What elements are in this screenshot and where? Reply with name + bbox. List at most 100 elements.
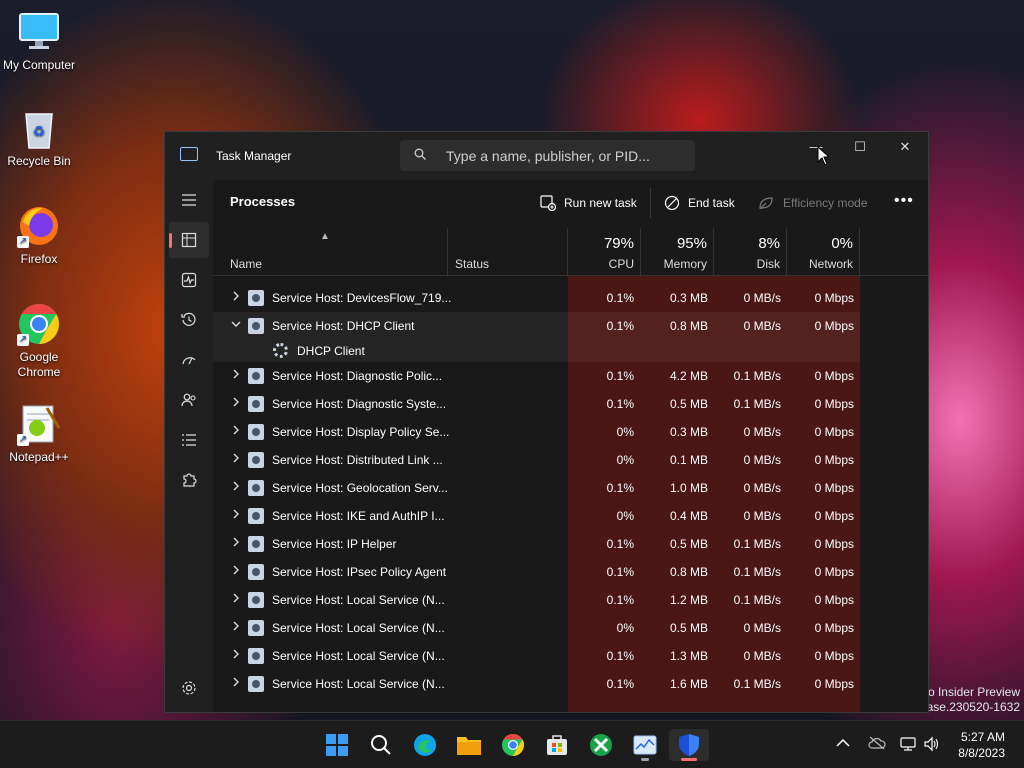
chevron-down-icon[interactable]: [231, 319, 241, 329]
service-host-icon: [248, 620, 264, 636]
network-value: 0 Mbps: [814, 319, 854, 333]
minimize-button[interactable]: —: [793, 132, 839, 164]
process-row[interactable]: Service Host: Distributed Link ... 0% 0.1 …: [213, 446, 860, 474]
process-row[interactable]: Service Host: Diagnostic Syste... 0.1% 0.5…: [213, 390, 860, 418]
nav-startup-apps[interactable]: [169, 342, 209, 378]
close-button[interactable]: ✕: [882, 132, 928, 164]
network-status[interactable]: [900, 736, 916, 755]
chevron-right-icon[interactable]: [231, 369, 241, 379]
memory-value: 0.3 MB: [669, 291, 708, 305]
taskbar-chrome[interactable]: [493, 729, 533, 761]
cpu-value: 0.1%: [606, 291, 634, 305]
process-row[interactable]: Service Host: Geolocation Serv... 0.1% 1.0…: [213, 474, 860, 502]
search-icon: [371, 735, 391, 755]
run-new-task-button[interactable]: Run new task: [540, 193, 640, 215]
nav-app-history[interactable]: [169, 302, 209, 338]
chevron-right-icon[interactable]: [231, 565, 241, 575]
system-clock[interactable]: 5:27 AM 8/8/2023: [958, 729, 1005, 761]
chevron-right-icon[interactable]: [231, 397, 241, 407]
chevron-right-icon[interactable]: [231, 621, 241, 631]
nav-menu-button[interactable]: [169, 182, 209, 218]
nav-processes[interactable]: [169, 222, 209, 258]
chevron-right-icon[interactable]: [231, 593, 241, 603]
service-host-icon: [248, 648, 264, 664]
desktop-icon-notepadpp[interactable]: ↗ Notepad++: [0, 402, 78, 465]
title-bar[interactable]: Task Manager Type a name, publisher, or …: [165, 132, 928, 180]
run-task-icon: [540, 195, 556, 211]
process-row[interactable]: Service Host: IKE and AuthIP I... 0% 0.4 M…: [213, 502, 860, 530]
search-input[interactable]: Type a name, publisher, or PID...: [400, 140, 695, 171]
cpu-value: 0.1%: [606, 593, 634, 607]
taskbar-task-manager[interactable]: [625, 729, 665, 761]
nav-services[interactable]: [169, 462, 209, 498]
start-button[interactable]: [317, 729, 357, 761]
column-cpu[interactable]: 79% CPU: [568, 228, 641, 276]
process-row[interactable]: Service Host: DevicesFlow_719... 0.1% 0.3 …: [213, 284, 860, 312]
show-hidden-icons-button[interactable]: [836, 736, 850, 751]
page-title: Processes: [230, 194, 296, 209]
desktop-icon-google-chrome[interactable]: ↗ Google Chrome: [0, 302, 78, 380]
process-row[interactable]: Service Host: IPsec Policy Agent 0.1% 0.8 …: [213, 558, 860, 586]
desktop-icon-label: Notepad++: [9, 450, 69, 464]
process-row[interactable]: Service Host: Local Service (N... 0.1% 1.6…: [213, 670, 860, 698]
chevron-right-icon[interactable]: [231, 425, 241, 435]
hamburger-icon: [182, 194, 196, 206]
taskbar-file-explorer[interactable]: [449, 729, 489, 761]
column-network[interactable]: 0% Network: [787, 228, 860, 276]
process-row[interactable]: Service Host: Local Service (N... 0% 0.5 M…: [213, 614, 860, 642]
desktop-icon-label: Firefox: [20, 252, 58, 266]
end-task-button[interactable]: End task: [664, 193, 739, 215]
column-memory[interactable]: 95% Memory: [641, 228, 714, 276]
volume-control[interactable]: [923, 736, 939, 755]
process-row[interactable]: Service Host: Local Service (N... 0.1% 1.2…: [213, 586, 860, 614]
process-row[interactable]: Service Host: Diagnostic Polic... 0.1% 4.2…: [213, 362, 860, 390]
nav-details[interactable]: [169, 422, 209, 458]
firefox-icon: ↗: [17, 204, 61, 248]
chevron-right-icon[interactable]: [231, 509, 241, 519]
taskbar-search-button[interactable]: [361, 729, 401, 761]
maximize-button[interactable]: ☐: [837, 132, 883, 164]
memory-total: 95%: [676, 235, 707, 252]
clock-date: 8/8/2023: [958, 746, 1005, 760]
service-host-icon: [248, 452, 264, 468]
column-status[interactable]: Status: [448, 228, 568, 276]
more-options-button[interactable]: •••: [894, 192, 914, 210]
column-name[interactable]: ▲ Name: [213, 228, 448, 276]
process-row[interactable]: Service Host: DHCP Client 0.1% 0.8 MB 0 MB/…: [213, 312, 860, 340]
process-name: Service Host: DevicesFlow_719...: [272, 291, 452, 305]
chevron-right-icon[interactable]: [231, 291, 241, 301]
network-value: 0 Mbps: [814, 481, 854, 495]
memory-value: 0.8 MB: [669, 565, 708, 579]
taskbar-xbox[interactable]: [581, 729, 621, 761]
desktop-icon-recycle-bin[interactable]: ♻ Recycle Bin: [0, 106, 78, 169]
child-process-row[interactable]: DHCP Client: [213, 340, 860, 362]
nav-settings[interactable]: [169, 670, 209, 706]
network-total: 0%: [831, 235, 853, 252]
chevron-right-icon[interactable]: [231, 677, 241, 687]
details-list-icon: [182, 434, 196, 446]
process-row[interactable]: Service Host: IP Helper 0.1% 0.5 MB 0.1 MB/…: [213, 530, 860, 558]
process-row[interactable]: Service Host: Local Service (N... 0.1% 1.3…: [213, 642, 860, 670]
onedrive-status[interactable]: [868, 736, 886, 753]
chevron-right-icon[interactable]: [231, 481, 241, 491]
chevron-right-icon[interactable]: [231, 537, 241, 547]
efficiency-mode-button[interactable]: Efficiency mode: [758, 193, 873, 215]
process-list: Service Host: DevicesFlow_719... 0.1% 0.3 …: [213, 276, 928, 712]
nav-performance[interactable]: [169, 262, 209, 298]
chevron-right-icon[interactable]: [231, 453, 241, 463]
taskbar-defender[interactable]: [669, 729, 709, 761]
column-label: Disk: [756, 257, 780, 271]
desktop-icon-firefox[interactable]: ↗ Firefox: [0, 204, 78, 267]
chevron-right-icon[interactable]: [231, 649, 241, 659]
clock-time: 5:27 AM: [960, 730, 1005, 744]
taskbar-store[interactable]: [537, 729, 577, 761]
column-label: Network: [808, 257, 853, 271]
nav-users[interactable]: [169, 382, 209, 418]
desktop-icon-my-computer[interactable]: My Computer: [0, 10, 78, 73]
taskbar-edge[interactable]: [405, 729, 445, 761]
column-disk[interactable]: 8% Disk: [714, 228, 787, 276]
process-row[interactable]: Service Host: Display Policy Se... 0% 0.3 …: [213, 418, 860, 446]
command-bar: Processes Run new task End task Efficien…: [213, 180, 928, 228]
performance-icon: [181, 272, 197, 288]
chevron-up-icon: [836, 738, 850, 747]
